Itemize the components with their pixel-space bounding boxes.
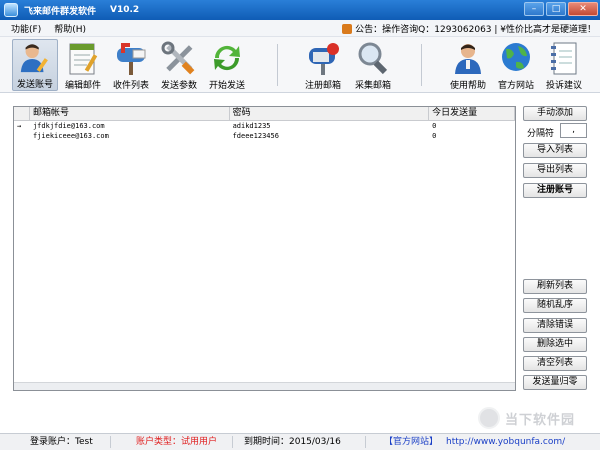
close-icon[interactable]: ✕	[568, 2, 598, 16]
cell-password: fdeee123456	[232, 132, 279, 140]
import-list-button[interactable]: 导入列表	[523, 143, 587, 158]
column-header-account[interactable]: 邮箱帐号	[30, 107, 230, 120]
toolbar-official-site-button[interactable]: 官方网站	[494, 39, 538, 91]
globe-icon	[502, 43, 530, 71]
status-separator	[365, 436, 366, 448]
account-table[interactable]: 邮箱帐号 密码 今日发送量 → jfdkjfdie@163.com adikd1…	[13, 106, 516, 391]
cell-sent: 0	[432, 122, 437, 130]
toolbar-send-params-button[interactable]: 发送参数	[158, 39, 200, 91]
watermark-logo-icon	[478, 407, 500, 429]
toolbar-separator	[421, 44, 422, 86]
watermark-text: 当下软件园	[505, 412, 576, 428]
table-header: 邮箱帐号 密码 今日发送量	[14, 107, 515, 121]
register-account-button[interactable]: 注册账号	[523, 183, 587, 198]
cell-password: adikd1235	[232, 122, 271, 130]
horizontal-scrollbar[interactable]	[14, 382, 515, 390]
status-separator	[110, 436, 111, 448]
row-marker	[14, 131, 30, 141]
toolbar-edit-mail-button[interactable]: 编辑邮件	[63, 39, 103, 91]
reset-sent-count-button[interactable]: 发送量归零	[523, 375, 587, 390]
notebook-icon	[551, 42, 577, 75]
window-title: 飞来邮件群发软件	[24, 6, 97, 17]
user-edit-icon	[20, 44, 48, 73]
minimize-icon[interactable]: –	[524, 2, 544, 16]
cell-account: fjiekiceee@163.com	[32, 132, 109, 140]
maximize-icon[interactable]: □	[546, 2, 566, 16]
tools-icon	[161, 41, 195, 75]
magnifier-icon	[358, 42, 388, 75]
toolbar-label: 编辑邮件	[64, 81, 101, 91]
refresh-icon	[214, 45, 240, 71]
window-controls: – □ ✕	[524, 2, 598, 16]
table-row[interactable]: → jfdkjfdie@163.com adikd1235 0	[14, 121, 515, 131]
app-icon	[4, 3, 18, 17]
delete-selected-button[interactable]: 删除选中	[523, 337, 587, 352]
separator-input[interactable]: ,	[560, 123, 587, 138]
shuffle-button[interactable]: 随机乱序	[523, 298, 587, 313]
edit-document-icon	[69, 43, 98, 75]
toolbar-separator	[277, 44, 278, 86]
window-version: V10.2	[110, 5, 140, 15]
column-header-sent-today[interactable]: 今日发送量	[429, 107, 515, 120]
refresh-list-button[interactable]: 刷新列表	[523, 279, 587, 294]
toolbar-label: 发送参数	[160, 81, 197, 91]
toolbar-label: 投诉建议	[545, 81, 582, 91]
menu-function[interactable]: 功能(F)	[11, 22, 41, 35]
column-header-marker[interactable]	[14, 107, 30, 120]
status-expiry: 到期时间：2015/03/16	[244, 437, 341, 447]
watermark: 当下软件园	[478, 406, 596, 430]
toolbar-register-mailbox-button[interactable]: 注册邮箱	[301, 39, 345, 91]
toolbar-label: 使用帮助	[449, 81, 486, 91]
toolbar-label: 注册邮箱	[304, 81, 341, 91]
clear-list-button[interactable]: 清空列表	[523, 356, 587, 371]
row-marker: →	[17, 122, 22, 130]
toolbar-label: 采集邮箱	[354, 81, 391, 91]
register-mailbox-icon	[309, 43, 339, 75]
notice: 公告：操作咨询Q：1293062063 | ¥性价比高才是硬道理！	[342, 20, 596, 37]
toolbar-send-account-button[interactable]: 发送账号	[12, 39, 58, 91]
toolbar-feedback-button[interactable]: 投诉建议	[542, 39, 586, 91]
table-row[interactable]: fjiekiceee@163.com fdeee123456 0	[14, 131, 515, 141]
separator-label: 分隔符	[527, 129, 555, 139]
title-bar: 飞来邮件群发软件 V10.2 – □ ✕	[0, 0, 600, 20]
menu-bar: 功能(F) 帮助(H) 公告：操作咨询Q：1293062063 | ¥性价比高才…	[0, 20, 600, 37]
official-site-link[interactable]: http://www.yobqunfa.com/	[446, 436, 565, 449]
manual-add-button[interactable]: 手动添加	[523, 106, 587, 121]
cell-account: jfdkjfdie@163.com	[32, 122, 105, 130]
clear-errors-button[interactable]: 清除错误	[523, 318, 587, 333]
toolbar-label: 开始发送	[208, 81, 245, 91]
notice-text: 公告：操作咨询Q：1293062063 | ¥性价比高才是硬道理！	[355, 25, 596, 35]
toolbar-collect-mailbox-button[interactable]: 采集邮箱	[351, 39, 395, 91]
help-person-icon	[455, 44, 481, 74]
status-login: 登录账户：Test	[30, 437, 93, 447]
mailbox-icon	[117, 43, 146, 75]
menu-help[interactable]: 帮助(H)	[54, 22, 86, 35]
toolbar-help-button[interactable]: 使用帮助	[446, 39, 490, 91]
toolbar-label: 官方网站	[497, 81, 534, 91]
export-list-button[interactable]: 导出列表	[523, 163, 587, 178]
status-separator	[232, 436, 233, 448]
status-bar: 登录账户：Test 账户类型：试用用户 到期时间：2015/03/16 【官方网…	[0, 433, 600, 450]
toolbar-label: 发送账号	[16, 80, 53, 90]
column-header-password[interactable]: 密码	[230, 107, 430, 120]
status-account-type: 账户类型：试用用户	[136, 437, 218, 447]
toolbar-label: 收件列表	[112, 81, 149, 91]
cell-sent: 0	[432, 132, 437, 140]
notice-icon	[342, 23, 353, 34]
toolbar-start-send-button[interactable]: 开始发送	[206, 39, 248, 91]
status-site-label: 【官方网站】	[384, 437, 439, 447]
toolbar: 发送账号 编辑邮件 收件列表 发送参数 开始发送 注册邮箱 采集邮箱 使用帮助 …	[0, 37, 600, 93]
toolbar-recipient-list-button[interactable]: 收件列表	[111, 39, 151, 91]
